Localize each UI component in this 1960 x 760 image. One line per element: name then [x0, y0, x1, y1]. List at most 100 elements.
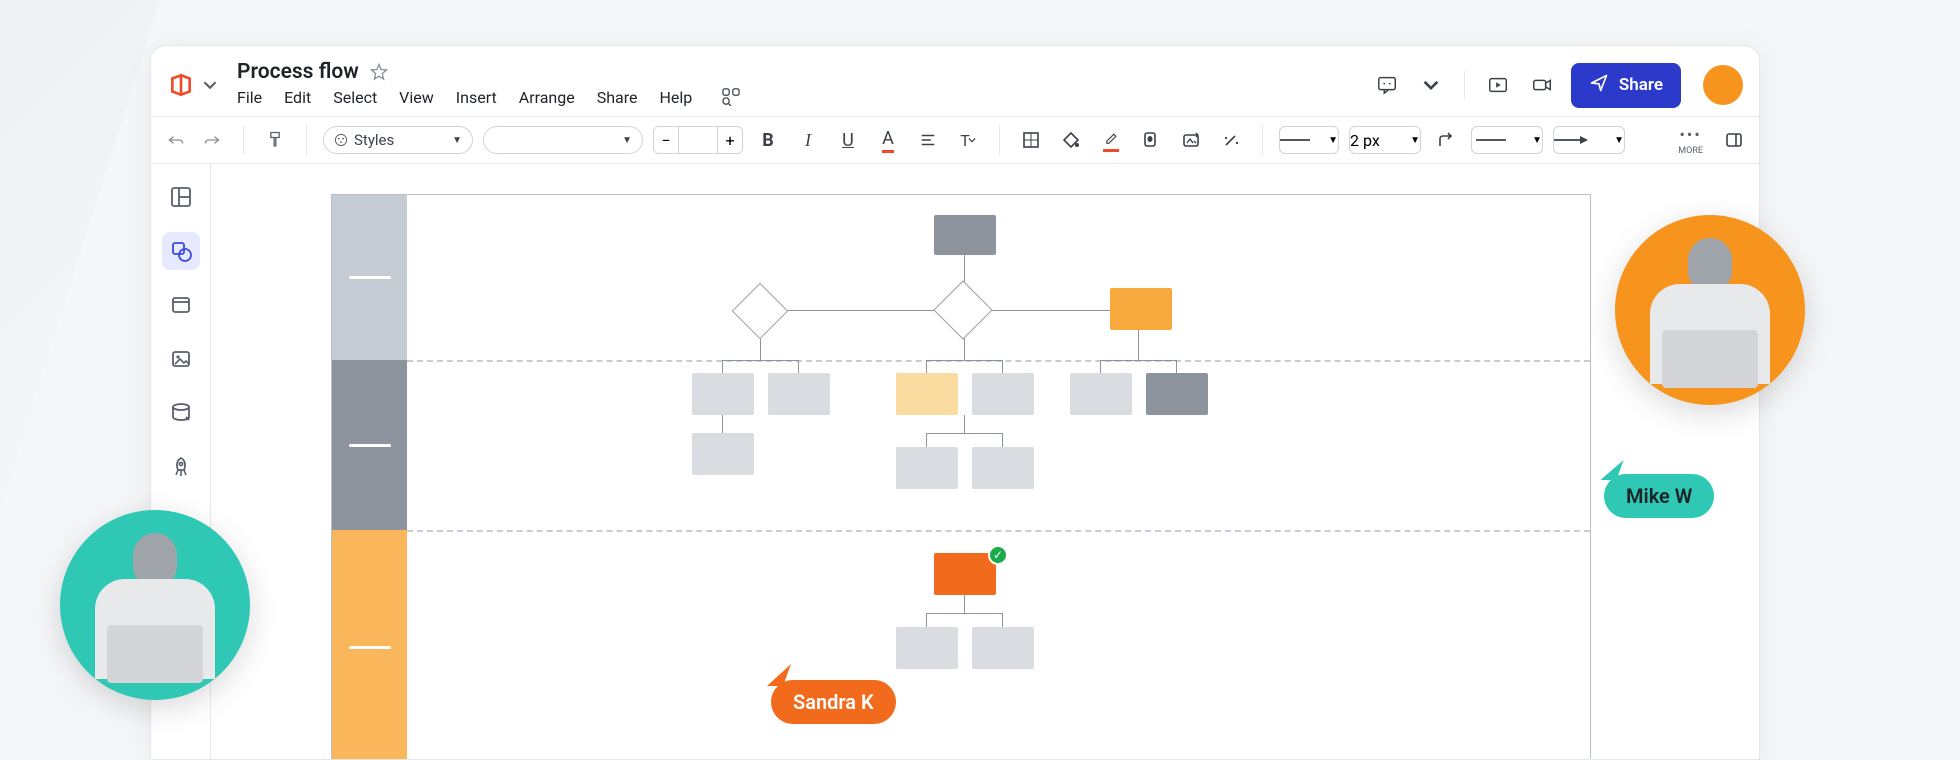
rail-panels-icon[interactable] [162, 178, 200, 216]
present-icon[interactable] [1483, 70, 1513, 100]
size-decrease-button[interactable]: − [654, 127, 678, 153]
flow-shape[interactable] [934, 215, 996, 255]
rail-shapes-icon[interactable] [162, 232, 200, 270]
font-size-value[interactable] [678, 127, 718, 153]
video-icon[interactable] [1527, 70, 1557, 100]
connector[interactable] [964, 415, 965, 433]
connector[interactable] [722, 415, 723, 433]
border-color-icon[interactable] [1096, 125, 1126, 155]
line-end-select[interactable]: ▼ [1553, 126, 1625, 154]
rail-rocket-icon[interactable] [162, 448, 200, 486]
lane-header-1[interactable] [332, 195, 407, 360]
rail-data-icon[interactable] [162, 394, 200, 432]
connector[interactable] [964, 595, 965, 613]
menu-share[interactable]: Share [597, 88, 638, 110]
connector[interactable] [1100, 360, 1176, 361]
flow-shape[interactable] [692, 433, 754, 475]
image-replace-icon[interactable] [1176, 125, 1206, 155]
flow-shape[interactable] [972, 373, 1034, 415]
canvas[interactable]: ✓ Sandra K Mike W [211, 164, 1759, 759]
flow-shape-selected[interactable] [934, 553, 996, 595]
lane-handle-icon [349, 444, 391, 447]
menu-arrange[interactable]: Arrange [519, 88, 575, 110]
fill-icon[interactable] [1056, 125, 1086, 155]
flow-shape[interactable] [972, 627, 1034, 669]
comment-icon[interactable] [1372, 70, 1402, 100]
flow-shape[interactable] [1110, 288, 1172, 330]
panel-toggle-icon[interactable] [1719, 125, 1749, 155]
bold-icon[interactable]: B [753, 125, 783, 155]
connector[interactable] [1100, 360, 1101, 374]
menu-help[interactable]: Help [660, 88, 693, 110]
connector[interactable] [926, 613, 1002, 614]
connector[interactable] [926, 360, 1002, 361]
connector[interactable] [926, 613, 927, 627]
document-title[interactable]: Process flow [237, 60, 359, 84]
flow-shape[interactable] [972, 447, 1034, 489]
connector[interactable] [722, 360, 798, 361]
connector[interactable] [926, 433, 927, 447]
connector[interactable] [1176, 360, 1177, 374]
toolbar-divider [1262, 125, 1263, 155]
flow-shape[interactable] [896, 373, 958, 415]
logo-menu-chevron-icon[interactable] [201, 70, 219, 100]
check-badge-icon: ✓ [988, 545, 1008, 565]
connector[interactable] [1002, 360, 1003, 374]
flow-shape[interactable] [896, 627, 958, 669]
lane-header-3[interactable] [332, 530, 407, 759]
flow-shape[interactable] [692, 373, 754, 415]
line-start-select[interactable]: ▼ [1471, 126, 1543, 154]
menu-edit[interactable]: Edit [284, 88, 311, 110]
star-icon[interactable] [369, 62, 389, 82]
header-right: Share [1372, 63, 1743, 108]
rail-card-icon[interactable] [162, 286, 200, 324]
shape-icon[interactable] [1016, 125, 1046, 155]
collaborator-cursor-mike: Mike W [1604, 474, 1714, 518]
connector[interactable] [1002, 613, 1003, 627]
magic-icon[interactable] [1216, 125, 1246, 155]
line-style-select[interactable]: ▼ [1279, 126, 1339, 154]
font-select[interactable]: ▼ [483, 126, 643, 154]
menu-file[interactable]: File [237, 88, 262, 110]
undo-icon[interactable] [161, 125, 191, 155]
menu-view[interactable]: View [399, 88, 434, 110]
menu-insert[interactable]: Insert [456, 88, 497, 110]
flow-decision[interactable] [933, 280, 992, 339]
chevron-down-icon: ▼ [1532, 135, 1542, 146]
flow-shape[interactable] [1146, 373, 1208, 415]
header-divider [1464, 71, 1465, 99]
connector[interactable] [798, 360, 799, 374]
text-color-icon[interactable]: A [873, 125, 903, 155]
flow-decision[interactable] [732, 283, 789, 340]
person-illustration [1615, 215, 1805, 405]
underline-icon[interactable]: U [833, 125, 863, 155]
size-increase-button[interactable]: + [718, 127, 742, 153]
italic-icon[interactable]: I [793, 125, 823, 155]
rail-image-icon[interactable] [162, 340, 200, 378]
connector[interactable] [722, 360, 723, 374]
text-format-icon[interactable]: T [953, 125, 983, 155]
redo-icon[interactable] [197, 125, 227, 155]
connector[interactable] [1002, 433, 1003, 447]
share-button-label: Share [1619, 75, 1663, 95]
avatar[interactable] [1703, 65, 1743, 105]
flow-shape[interactable] [896, 447, 958, 489]
share-button[interactable]: Share [1571, 63, 1681, 108]
menu-select[interactable]: Select [333, 88, 377, 110]
connector[interactable] [926, 433, 1002, 434]
search-icon[interactable] [722, 88, 740, 110]
more-button[interactable]: ••• MORE [1678, 125, 1703, 156]
styles-select[interactable]: Styles ▼ [323, 126, 473, 154]
flow-shape[interactable] [1070, 373, 1132, 415]
flow-shape[interactable] [768, 373, 830, 415]
connector[interactable] [926, 360, 927, 374]
collaborator-name: Mike W [1626, 484, 1692, 508]
connector-type-icon[interactable] [1431, 125, 1461, 155]
shadow-icon[interactable] [1136, 125, 1166, 155]
align-icon[interactable] [913, 125, 943, 155]
line-width-select[interactable]: 2 px ▼ [1349, 126, 1421, 154]
format-painter-icon[interactable] [260, 125, 290, 155]
chevron-down-icon[interactable] [1416, 70, 1446, 100]
lane-header-2[interactable] [332, 360, 407, 530]
swimlane-container[interactable]: ✓ [331, 194, 1591, 759]
